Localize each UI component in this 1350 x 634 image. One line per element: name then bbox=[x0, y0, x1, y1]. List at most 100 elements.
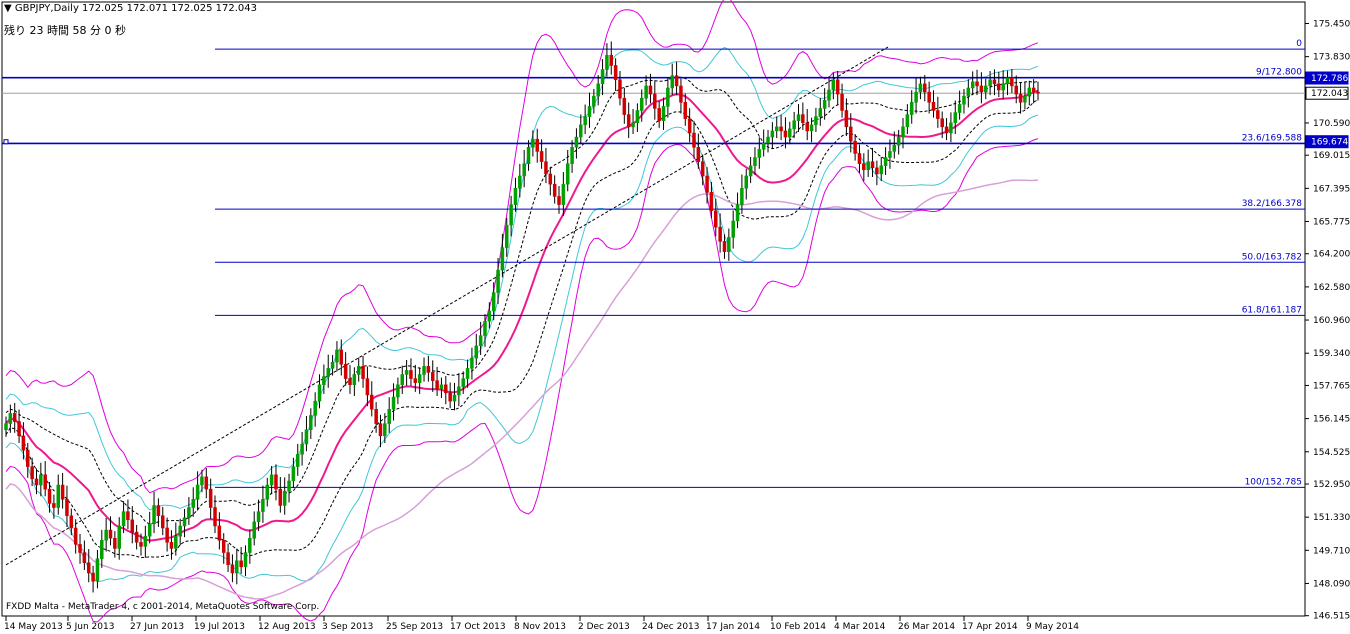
candle bbox=[226, 543, 230, 572]
bull-candle-body bbox=[182, 517, 187, 527]
bear-candle-body bbox=[853, 140, 857, 154]
candle bbox=[962, 88, 966, 114]
x-tick-label: 25 Sep 2013 bbox=[386, 622, 443, 632]
bull-candle-body bbox=[95, 558, 100, 582]
candle bbox=[944, 118, 949, 141]
bull-candle-body bbox=[988, 79, 992, 87]
bull-candle-body bbox=[478, 335, 483, 347]
bull-candle-body bbox=[248, 537, 252, 553]
candle bbox=[330, 355, 335, 376]
time-axis: 14 May 2013 5 Jun 2013 27 Jun 2013 19 Jul 2… bbox=[4, 616, 1079, 632]
chart-window[interactable]: 0 9/172.800 23.6/169.588 38.2/166.378 50.0/1… bbox=[0, 0, 1350, 634]
bull-candle-body bbox=[422, 366, 426, 375]
bear-candle-body bbox=[927, 91, 931, 103]
candle bbox=[531, 130, 535, 157]
candle bbox=[679, 78, 683, 114]
bull-candle-body bbox=[439, 384, 444, 390]
bull-candle-body bbox=[727, 237, 731, 252]
candle bbox=[487, 302, 492, 329]
candle bbox=[857, 144, 862, 173]
x-tick-label: 27 Jun 2013 bbox=[130, 622, 184, 632]
bull-candle-body bbox=[831, 79, 836, 91]
bull-candle-body bbox=[291, 466, 296, 482]
bull-candle-body bbox=[304, 429, 309, 445]
price-chart[interactable]: 0 9/172.800 23.6/169.588 38.2/166.378 50.0/1… bbox=[0, 0, 1350, 634]
bull-candle-body bbox=[287, 480, 291, 492]
bull-candle-body bbox=[814, 116, 818, 126]
bull-candle-body bbox=[195, 484, 200, 500]
bear-candle-body bbox=[60, 484, 65, 500]
bull-candle-body bbox=[666, 87, 670, 107]
bull-candle-body bbox=[962, 95, 966, 105]
bull-candle-body bbox=[56, 484, 61, 508]
bear-candle-body bbox=[108, 529, 113, 539]
bull-candle-body bbox=[39, 474, 43, 486]
candle bbox=[326, 354, 330, 388]
candle bbox=[60, 472, 65, 509]
bear-candle-body bbox=[448, 392, 452, 402]
candle bbox=[439, 377, 444, 399]
bear-candle-body bbox=[370, 394, 374, 410]
candle bbox=[779, 114, 783, 141]
bear-candle-body bbox=[679, 85, 683, 103]
dropdown-triangle-icon[interactable]: ▼ bbox=[4, 3, 12, 14]
price-mark-label: 169.674 bbox=[1311, 138, 1348, 148]
candle bbox=[404, 359, 409, 386]
bear-candle-body bbox=[539, 151, 544, 162]
bull-candle-body bbox=[313, 400, 317, 416]
candles bbox=[4, 41, 1040, 593]
bear-candle-body bbox=[426, 366, 431, 373]
bull-candle-body bbox=[879, 165, 883, 175]
bear-candle-body bbox=[940, 118, 944, 128]
candle bbox=[631, 109, 635, 135]
bull-candle-body bbox=[4, 423, 8, 431]
candle bbox=[605, 43, 609, 77]
bear-candle-body bbox=[213, 507, 217, 527]
bull-candle-body bbox=[326, 368, 330, 377]
candle bbox=[313, 392, 317, 427]
bear-candle-body bbox=[648, 85, 653, 95]
bear-candle-body bbox=[862, 163, 866, 171]
y-tick-label: 152.950 bbox=[1313, 480, 1350, 490]
bear-candle-body bbox=[374, 409, 378, 424]
bear-candle-body bbox=[801, 114, 805, 124]
fibo-level-label: 9/172.800 bbox=[1256, 68, 1302, 78]
bull-candle-body bbox=[174, 535, 178, 549]
bull-candle-body bbox=[452, 394, 457, 402]
candle bbox=[896, 129, 901, 155]
bear-candle-body bbox=[548, 173, 553, 185]
bear-candle-body bbox=[700, 161, 705, 177]
bull-candle-body bbox=[792, 120, 796, 130]
candle bbox=[191, 487, 195, 517]
candle bbox=[457, 373, 461, 407]
bull-candle-body bbox=[513, 187, 518, 205]
y-tick-label: 175.450 bbox=[1313, 19, 1350, 29]
bull-candle-body bbox=[892, 145, 897, 152]
candle bbox=[161, 506, 165, 536]
y-tick-label: 170.590 bbox=[1313, 119, 1350, 129]
y-tick-label: 149.710 bbox=[1313, 546, 1350, 556]
bull-candle-body bbox=[905, 114, 910, 128]
candle bbox=[770, 122, 775, 149]
candle bbox=[831, 72, 836, 100]
candle bbox=[905, 104, 910, 135]
bear-candle-body bbox=[278, 488, 283, 506]
bear-candle-body bbox=[239, 560, 243, 568]
bear-candle-body bbox=[674, 75, 679, 87]
candle bbox=[731, 210, 735, 249]
bull-candle-body bbox=[914, 91, 918, 103]
bear-candle-body bbox=[1010, 77, 1014, 87]
x-tick-label: 26 Mar 2014 bbox=[898, 622, 955, 632]
bear-candle-body bbox=[221, 540, 226, 553]
bear-candle-body bbox=[413, 378, 418, 383]
x-tick-label: 8 Nov 2013 bbox=[514, 622, 566, 632]
bull-candle-body bbox=[396, 384, 400, 398]
candle bbox=[265, 477, 270, 507]
bear-candle-body bbox=[161, 515, 165, 529]
candle bbox=[548, 166, 553, 196]
candle bbox=[674, 61, 679, 96]
y-tick-label: 167.395 bbox=[1313, 184, 1350, 194]
bear-candle-body bbox=[692, 132, 696, 148]
x-tick-label: 3 Sep 2013 bbox=[322, 622, 373, 632]
candle bbox=[400, 365, 405, 394]
